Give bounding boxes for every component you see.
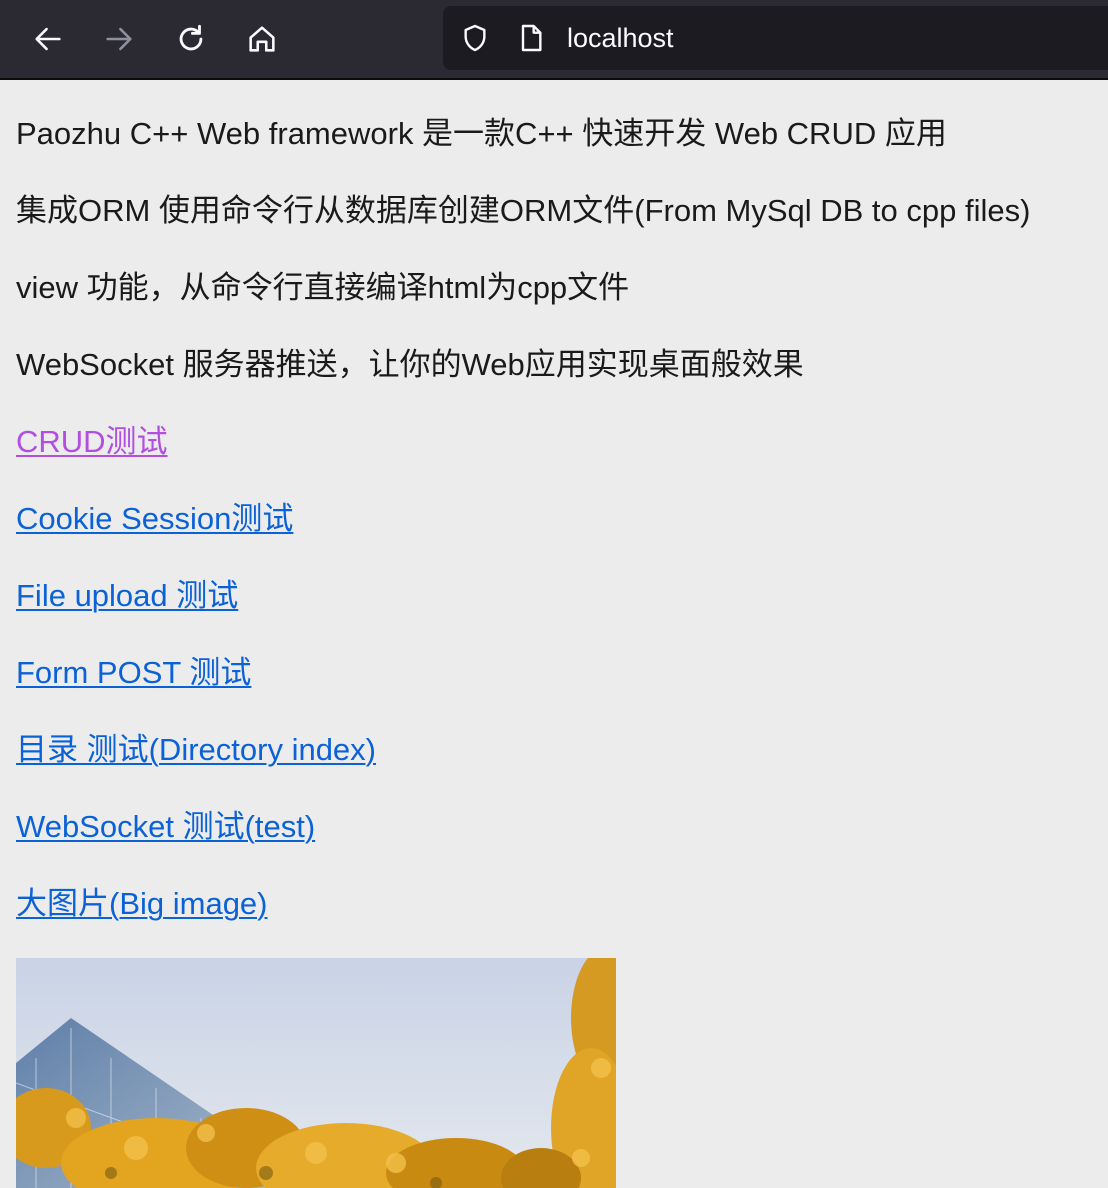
orm-paragraph: 集成ORM 使用命令行从数据库创建ORM文件(From MySql DB to …	[16, 193, 1031, 228]
back-button[interactable]	[28, 19, 68, 59]
websocket-paragraph: WebSocket 服务器推送，让你的Web应用实现桌面般效果	[16, 347, 804, 382]
url-bar[interactable]: localhost	[443, 6, 1108, 70]
view-paragraph: view 功能，从命令行直接编译html为cpp文件	[16, 270, 630, 305]
crud-test-link[interactable]: CRUD测试	[16, 424, 168, 460]
forward-button[interactable]	[99, 19, 139, 59]
reload-button[interactable]	[171, 19, 211, 59]
websocket-test-link[interactable]: WebSocket 测试(test)	[16, 809, 315, 845]
big-image-link[interactable]: 大图片(Big image)	[16, 886, 268, 922]
shield-icon[interactable]	[459, 22, 491, 54]
intro-paragraph: Paozhu C++ Web framework 是一款C++ 快速开发 Web…	[16, 116, 947, 151]
home-button[interactable]	[242, 19, 282, 59]
big-image	[16, 958, 616, 1188]
cookie-session-test-link[interactable]: Cookie Session测试	[16, 501, 293, 537]
form-post-test-link[interactable]: Form POST 测试	[16, 655, 251, 691]
home-icon	[249, 26, 275, 52]
back-arrow-icon	[35, 27, 61, 51]
url-text[interactable]: localhost	[567, 22, 674, 54]
directory-index-test-link[interactable]: 目录 测试(Directory index)	[16, 732, 376, 768]
browser-toolbar: localhost	[0, 0, 1108, 80]
reload-icon	[179, 24, 203, 51]
page-icon[interactable]	[515, 22, 547, 54]
file-upload-test-link[interactable]: File upload 测试	[16, 578, 238, 614]
forward-arrow-icon	[106, 27, 132, 51]
